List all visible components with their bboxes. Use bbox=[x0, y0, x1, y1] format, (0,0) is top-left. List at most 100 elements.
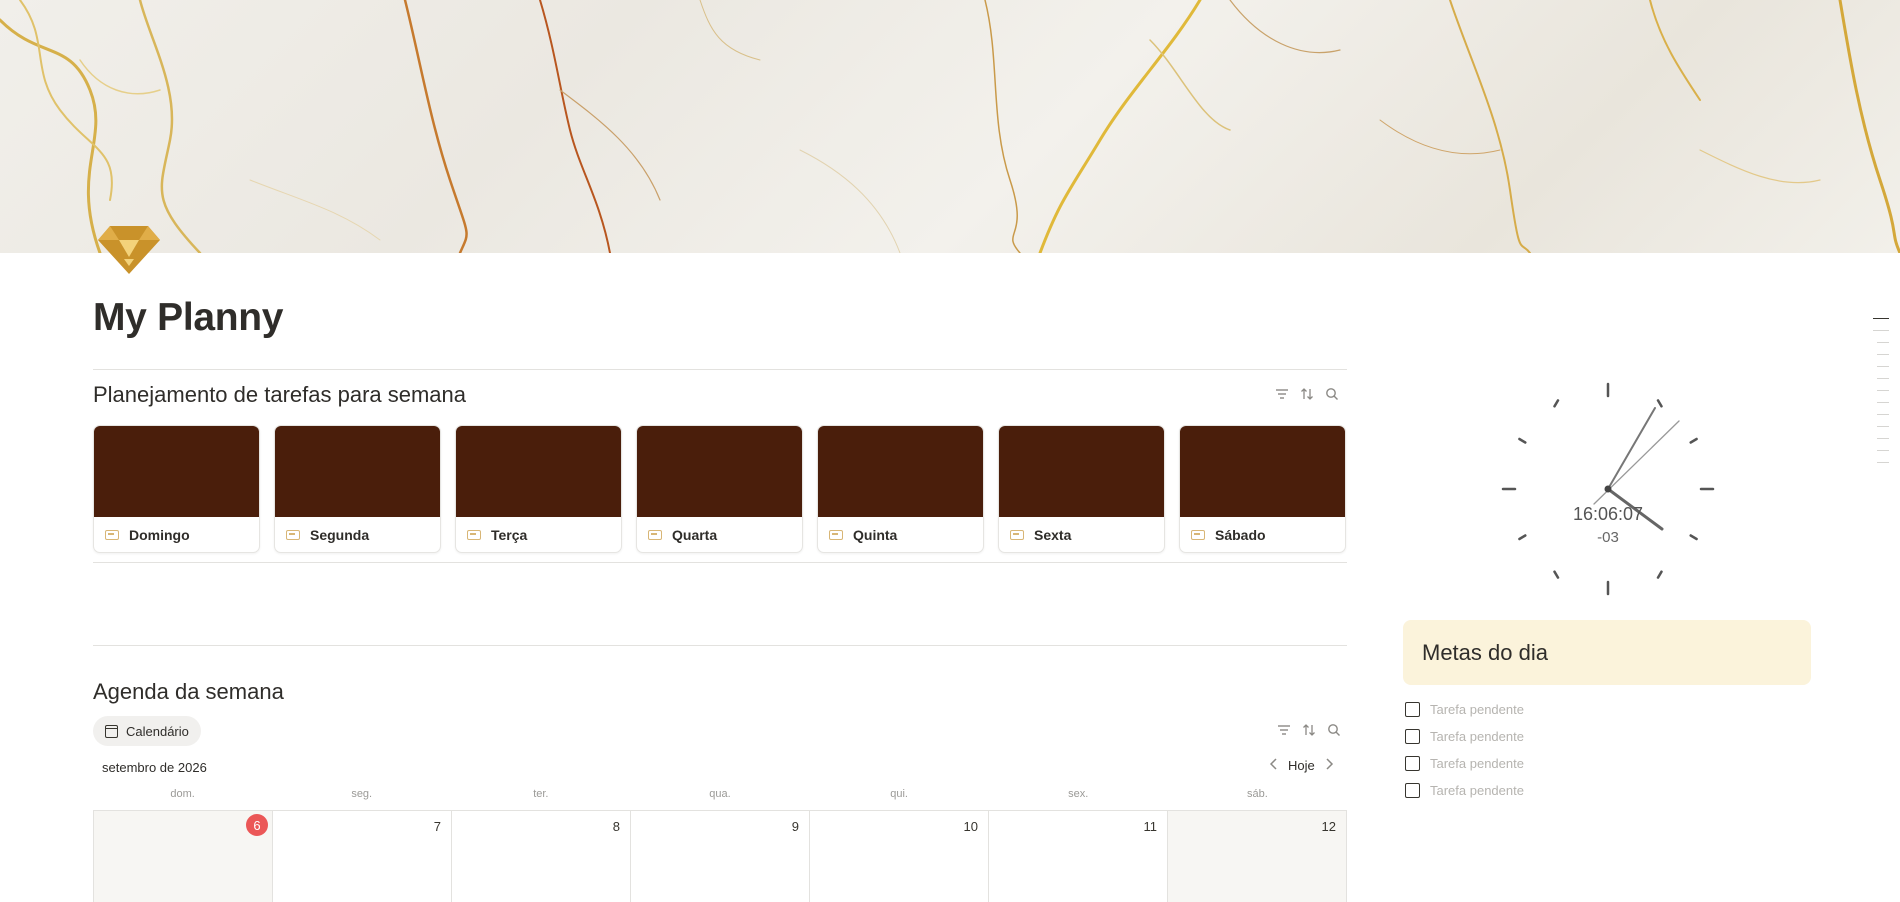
page-icon bbox=[467, 530, 481, 540]
checkbox[interactable] bbox=[1405, 756, 1420, 771]
outline-line bbox=[1877, 438, 1889, 439]
calendar-month-label: setembro de 2026 bbox=[102, 760, 207, 775]
todo-item[interactable]: Tarefa pendente bbox=[1405, 756, 1524, 771]
weekday-label: qui. bbox=[890, 788, 908, 800]
card-cover bbox=[999, 426, 1164, 517]
outline-line bbox=[1877, 342, 1889, 343]
calendar-day-cell[interactable]: 11 bbox=[989, 811, 1168, 902]
todo-item[interactable]: Tarefa pendente bbox=[1405, 783, 1524, 798]
weekday-label: sáb. bbox=[1247, 788, 1268, 800]
weekday-label: qua. bbox=[709, 788, 731, 800]
todo-placeholder[interactable]: Tarefa pendente bbox=[1430, 756, 1524, 771]
today-day-number: 6 bbox=[246, 814, 268, 836]
card-label: Sexta bbox=[1034, 527, 1072, 543]
outline-line bbox=[1873, 330, 1889, 331]
weekday-label: ter. bbox=[533, 788, 549, 800]
checkbox[interactable] bbox=[1405, 702, 1420, 717]
outline-line bbox=[1877, 366, 1889, 367]
weekday-label: seg. bbox=[351, 788, 373, 800]
outline-line bbox=[1877, 402, 1889, 403]
view-label: Calendário bbox=[126, 723, 189, 739]
card-label: Quinta bbox=[853, 527, 898, 543]
todo-item[interactable]: Tarefa pendente bbox=[1405, 702, 1524, 717]
outline-line bbox=[1877, 378, 1889, 379]
page-icon bbox=[648, 530, 662, 540]
outline-line bbox=[1877, 354, 1889, 355]
outline-line bbox=[1877, 450, 1889, 451]
outline-line bbox=[1877, 426, 1889, 427]
page-outline-navigator[interactable] bbox=[1873, 318, 1891, 474]
calendar-day-cell[interactable]: 12 bbox=[1168, 811, 1347, 902]
gallery-card-domingo[interactable]: Domingo bbox=[93, 425, 260, 553]
card-cover bbox=[1180, 426, 1345, 517]
card-cover bbox=[456, 426, 621, 517]
calendar-weekday-header: dom. seg. ter. qua. qui. sex. sáb. bbox=[93, 788, 1347, 808]
page-icon bbox=[1191, 530, 1205, 540]
card-label: Terça bbox=[491, 527, 528, 543]
filter-icon[interactable] bbox=[1274, 386, 1290, 402]
day-number: 9 bbox=[791, 819, 799, 834]
weekday-label: dom. bbox=[170, 788, 195, 800]
day-number: 8 bbox=[612, 819, 620, 834]
page-title[interactable]: My Planny bbox=[93, 296, 283, 340]
card-label: Domingo bbox=[129, 527, 190, 543]
today-button[interactable]: Hoje bbox=[1288, 758, 1315, 773]
page-icon bbox=[1010, 530, 1024, 540]
sort-icon[interactable] bbox=[1301, 722, 1317, 738]
goals-title: Metas do dia bbox=[1422, 639, 1548, 665]
agenda-db-actions bbox=[1276, 722, 1342, 738]
calendar-day-cell[interactable]: 10 bbox=[810, 811, 989, 902]
calendar-day-cell[interactable]: 6 bbox=[94, 811, 273, 902]
agenda-section-title[interactable]: Agenda da semana bbox=[93, 679, 284, 705]
divider bbox=[93, 645, 1347, 646]
calendar-day-cell[interactable]: 7 bbox=[273, 811, 452, 902]
outline-line bbox=[1877, 462, 1889, 463]
page-icon bbox=[286, 530, 300, 540]
gallery-card-sexta[interactable]: Sexta bbox=[998, 425, 1165, 553]
card-cover bbox=[637, 426, 802, 517]
search-icon[interactable] bbox=[1326, 722, 1342, 738]
marble-cover-image bbox=[0, 0, 1900, 253]
calendar-view-tab[interactable]: Calendário bbox=[93, 716, 201, 746]
calendar-day-cell[interactable]: 8 bbox=[452, 811, 631, 902]
gallery-card-sabado[interactable]: Sábado bbox=[1179, 425, 1346, 553]
card-cover bbox=[94, 426, 259, 517]
day-number: 12 bbox=[1321, 819, 1336, 834]
sort-icon[interactable] bbox=[1299, 386, 1315, 402]
clock-digital-time: 16:06:07 bbox=[1572, 504, 1644, 524]
clock-timezone: -03 bbox=[1597, 529, 1619, 546]
checkbox[interactable] bbox=[1405, 729, 1420, 744]
card-cover bbox=[818, 426, 983, 517]
tasks-section-title[interactable]: Planejamento de tarefas para semana bbox=[93, 382, 466, 408]
calendar-navigation: Hoje bbox=[1269, 757, 1334, 774]
filter-icon[interactable] bbox=[1276, 722, 1292, 738]
search-icon[interactable] bbox=[1324, 386, 1340, 402]
divider bbox=[93, 369, 1347, 370]
chevron-left-icon[interactable] bbox=[1269, 757, 1278, 774]
page-cover bbox=[0, 0, 1900, 253]
card-label: Quarta bbox=[672, 527, 718, 543]
tasks-db-actions bbox=[1274, 386, 1340, 402]
chevron-right-icon[interactable] bbox=[1325, 757, 1334, 774]
todo-placeholder[interactable]: Tarefa pendente bbox=[1430, 783, 1524, 798]
gallery-card-quarta[interactable]: Quarta bbox=[636, 425, 803, 553]
gallery-bottom-divider bbox=[93, 562, 1347, 563]
checkbox[interactable] bbox=[1405, 783, 1420, 798]
gold-diamond-icon[interactable] bbox=[98, 226, 160, 274]
gallery-card-quinta[interactable]: Quinta bbox=[817, 425, 984, 553]
todo-placeholder[interactable]: Tarefa pendente bbox=[1430, 702, 1524, 717]
card-label: Segunda bbox=[310, 527, 370, 543]
gallery-card-terca[interactable]: Terça bbox=[455, 425, 622, 553]
goals-callout[interactable]: Metas do dia bbox=[1403, 620, 1811, 685]
day-number: 7 bbox=[433, 819, 441, 834]
card-label: Sábado bbox=[1215, 527, 1266, 543]
gallery-card-segunda[interactable]: Segunda bbox=[274, 425, 441, 553]
calendar-icon bbox=[105, 724, 118, 738]
todo-item[interactable]: Tarefa pendente bbox=[1405, 729, 1524, 744]
card-cover bbox=[275, 426, 440, 517]
day-number: 11 bbox=[1143, 819, 1158, 834]
outline-line bbox=[1877, 414, 1889, 415]
calendar-day-cell[interactable]: 9 bbox=[631, 811, 810, 902]
calendar-week-grid: 6 7 8 9 10 11 12 bbox=[93, 810, 1347, 902]
todo-placeholder[interactable]: Tarefa pendente bbox=[1430, 729, 1524, 744]
